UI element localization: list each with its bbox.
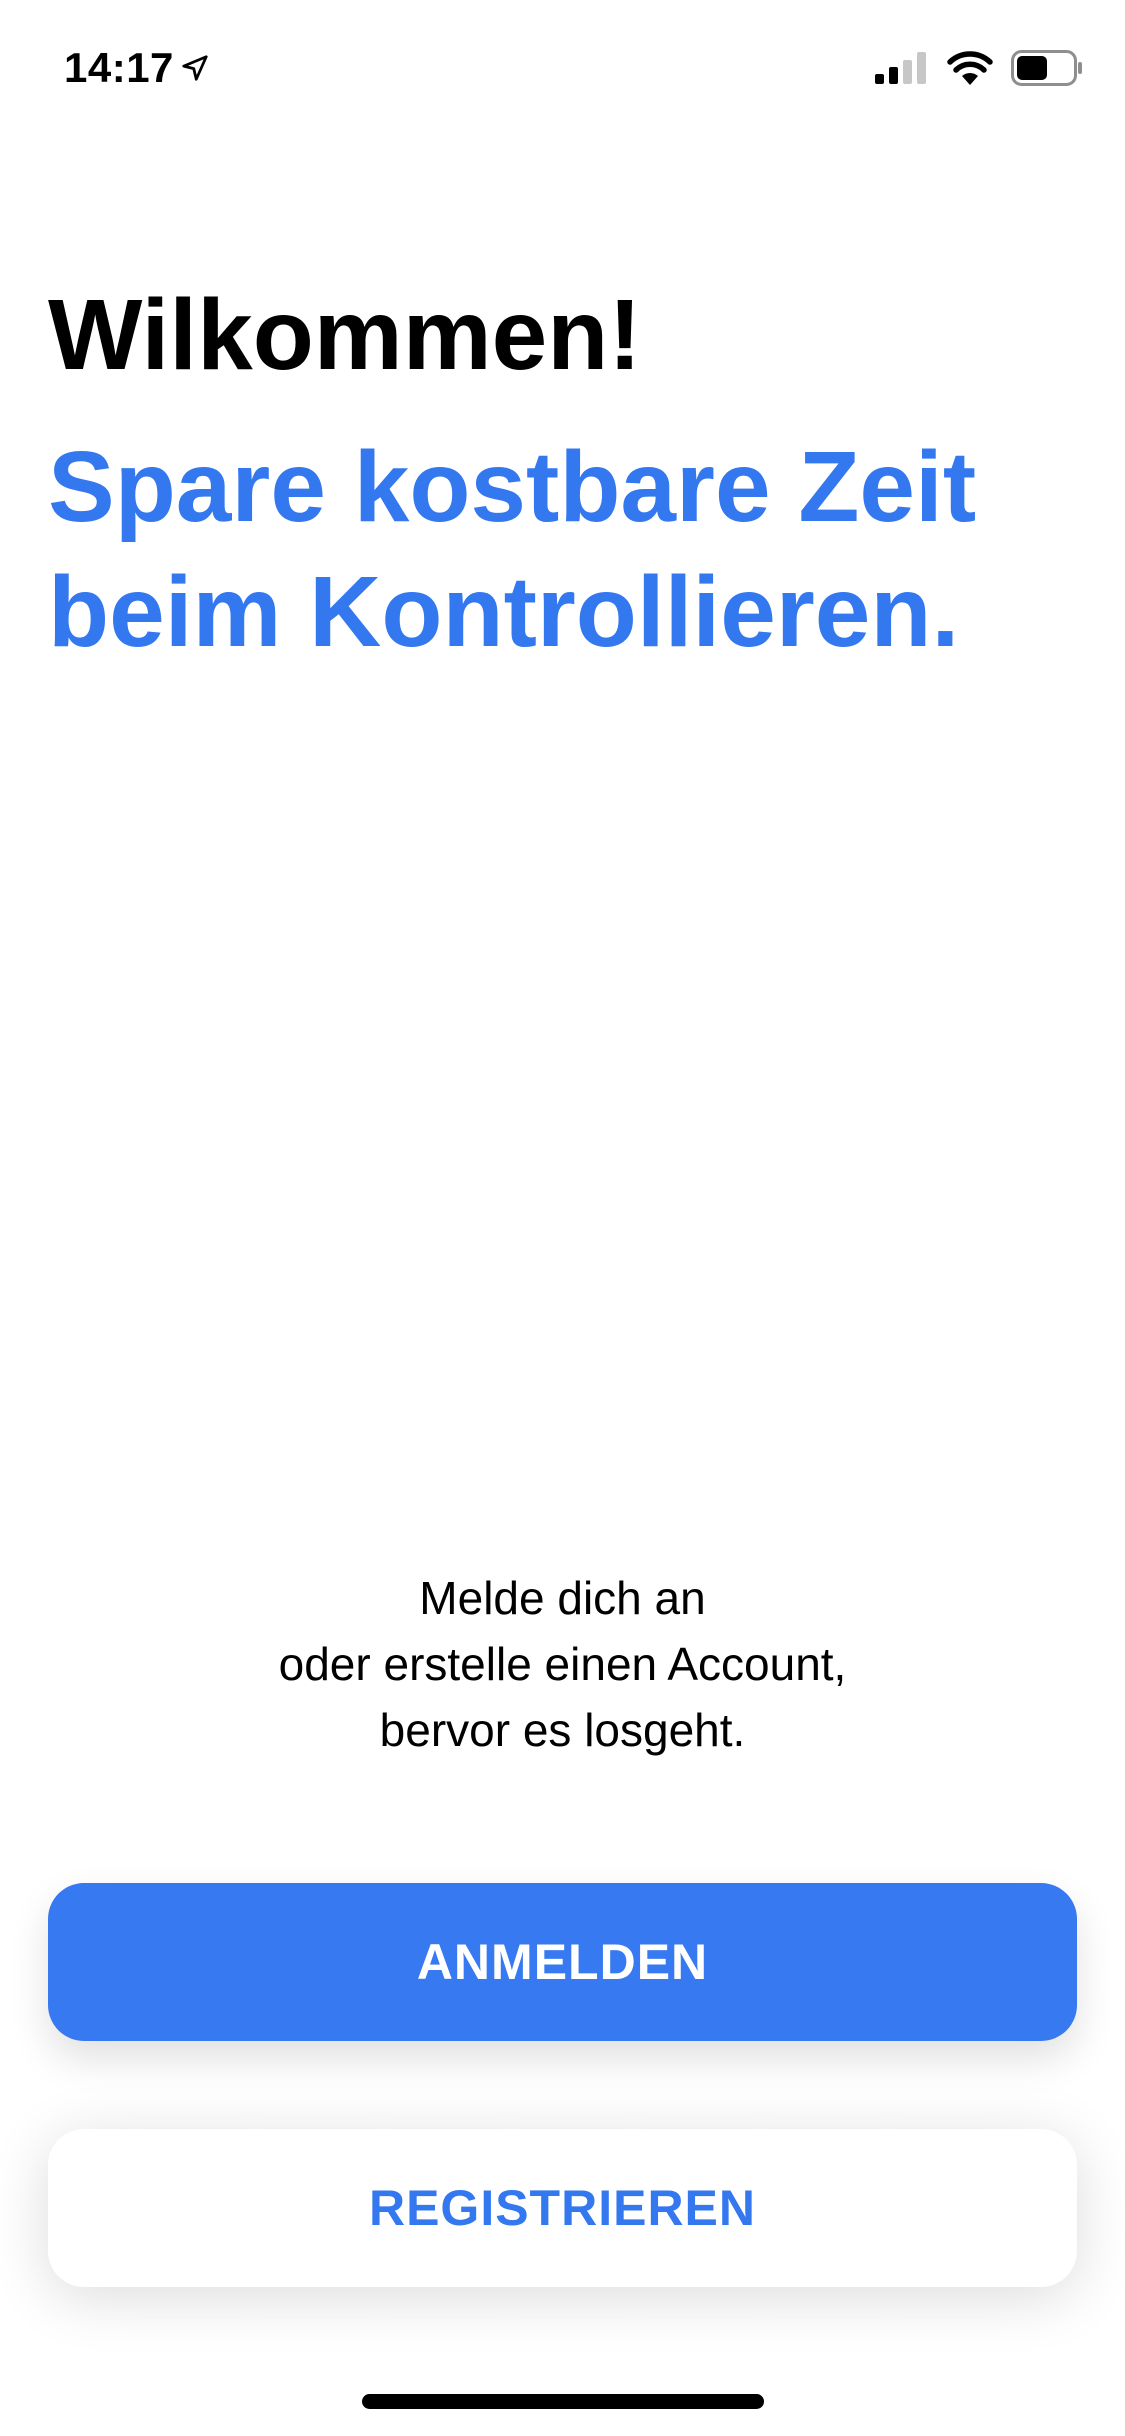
wifi-icon (947, 51, 993, 85)
cellular-signal-icon (875, 52, 926, 84)
info-line: Melde dich an (419, 1572, 706, 1624)
register-button[interactable]: REGISTRIEREN (48, 2129, 1077, 2287)
info-line: bervor es losgeht. (379, 1704, 746, 1756)
info-message: Melde dich an oder erstelle einen Accoun… (0, 1565, 1125, 1763)
battery-icon (1011, 50, 1082, 86)
login-button[interactable]: ANMELDEN (48, 1883, 1077, 2041)
status-icons (875, 50, 1083, 86)
page-title: Wilkommen! (48, 279, 642, 391)
status-time: 14:17 (64, 44, 174, 91)
page-subtitle: Spare kostbare Zeit beim Kontrollieren. (48, 431, 977, 668)
home-indicator[interactable] (362, 2394, 764, 2409)
info-line: oder erstelle einen Account, (278, 1638, 847, 1690)
status-time-group: 14:17 (64, 44, 210, 92)
location-arrow-icon (182, 55, 208, 81)
status-bar: 14:17 (0, 0, 1125, 132)
welcome-screen: 14:17 Wilkommen! Spare kostbare Zeit bei… (0, 0, 1125, 2436)
